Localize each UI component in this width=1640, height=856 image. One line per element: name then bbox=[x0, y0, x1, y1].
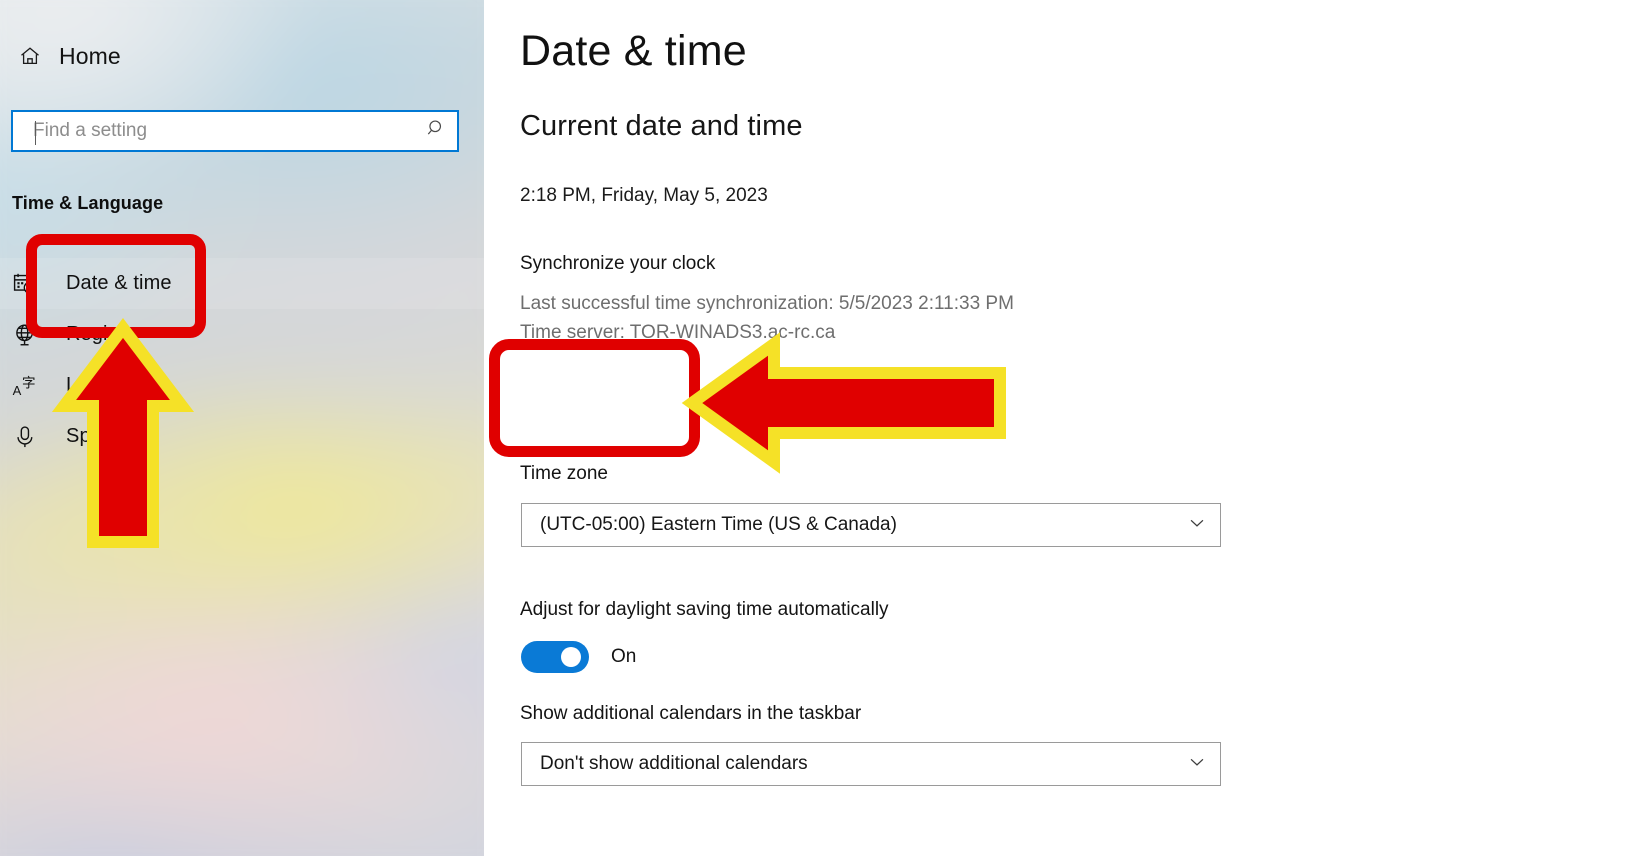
search-input[interactable] bbox=[33, 112, 426, 150]
page-title: Date & time bbox=[520, 27, 747, 75]
additional-calendars-dropdown[interactable]: Don't show additional calendars bbox=[521, 742, 1221, 786]
language-icon: A 字 bbox=[12, 373, 38, 399]
time-zone-dropdown[interactable]: (UTC-05:00) Eastern Time (US & Canada) bbox=[521, 503, 1221, 547]
microphone-icon bbox=[12, 424, 38, 450]
home-label: Home bbox=[59, 42, 121, 69]
toggle-knob bbox=[561, 647, 581, 667]
additional-calendars-value: Don't show additional calendars bbox=[540, 753, 808, 774]
sidebar-item-label: Date & time bbox=[66, 272, 172, 294]
globe-icon bbox=[12, 322, 38, 348]
time-zone-value: (UTC-05:00) Eastern Time (US & Canada) bbox=[540, 514, 897, 535]
text-caret bbox=[35, 121, 36, 145]
search-icon[interactable] bbox=[426, 118, 447, 144]
time-zone-label: Time zone bbox=[520, 463, 608, 484]
section-title-current-date-and-time: Current date and time bbox=[520, 110, 803, 142]
last-sync-text: Last successful time synchronization: 5/… bbox=[520, 293, 1014, 314]
synchronize-clock-heading: Synchronize your clock bbox=[520, 253, 716, 274]
additional-calendars-label: Show additional calendars in the taskbar bbox=[520, 703, 862, 724]
home-nav-item[interactable]: Home bbox=[12, 40, 127, 72]
search-box[interactable] bbox=[11, 110, 459, 152]
sync-now-button[interactable]: Sync now bbox=[536, 368, 680, 416]
sidebar-item-date-and-time[interactable]: Date & time bbox=[0, 258, 484, 309]
chevron-down-icon[interactable] bbox=[1188, 753, 1206, 776]
sidebar-item-label: Language bbox=[66, 374, 156, 396]
sidebar-item-language[interactable]: A 字 Language bbox=[0, 360, 484, 411]
sidebar-item-region[interactable]: Region bbox=[0, 309, 484, 360]
sidebar-group-title: Time & Language bbox=[12, 193, 164, 213]
settings-main-panel: Date & time Current date and time 2:18 P… bbox=[484, 0, 1640, 856]
calendar-clock-icon bbox=[12, 271, 38, 297]
time-server-text: Time server: TOR-WINADS3.ac-rc.ca bbox=[520, 322, 836, 343]
settings-window: Home Time & Language bbox=[0, 0, 1640, 856]
main-content: Date & time Current date and time 2:18 P… bbox=[520, 0, 1640, 856]
sidebar-item-label: Region bbox=[66, 323, 130, 345]
settings-sidebar: Home Time & Language bbox=[0, 0, 484, 856]
current-datetime-value: 2:18 PM, Friday, May 5, 2023 bbox=[520, 185, 768, 206]
daylight-saving-toggle[interactable] bbox=[521, 641, 589, 673]
sidebar-item-speech[interactable]: Speech bbox=[0, 411, 484, 462]
daylight-saving-state: On bbox=[611, 646, 637, 667]
daylight-saving-row: On bbox=[521, 641, 636, 673]
svg-text:字: 字 bbox=[22, 375, 36, 391]
sidebar-item-label: Speech bbox=[66, 425, 135, 447]
svg-text:A: A bbox=[13, 383, 22, 398]
chevron-down-icon[interactable] bbox=[1188, 514, 1206, 537]
sidebar-content: Home Time & Language bbox=[0, 0, 484, 856]
sidebar-nav-list: Date & time Region A 字 Language Speech bbox=[0, 258, 484, 462]
home-icon bbox=[18, 44, 42, 68]
daylight-saving-label: Adjust for daylight saving time automati… bbox=[520, 599, 889, 620]
